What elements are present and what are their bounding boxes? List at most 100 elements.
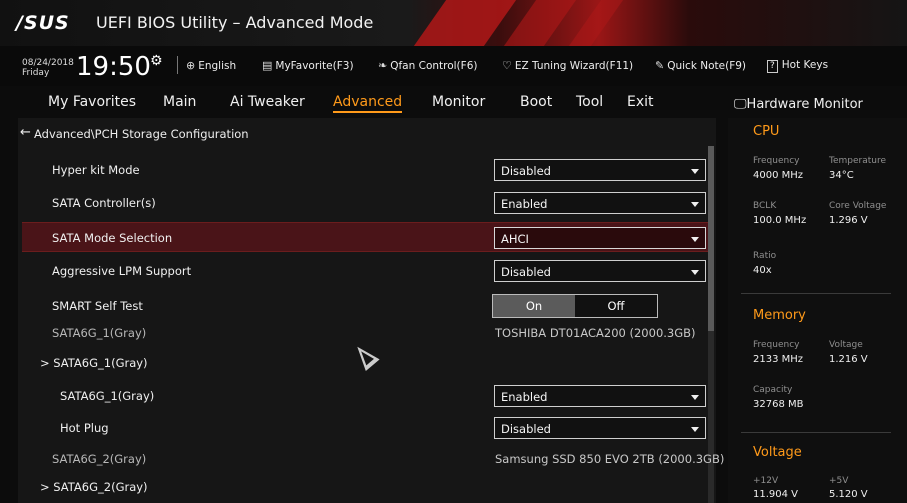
- app-title: UEFI BIOS Utility – Advanced Mode: [96, 13, 374, 32]
- cpu-temperature-label: Temperature: [829, 156, 887, 166]
- dropdown-value: Disabled: [501, 422, 551, 436]
- tab-ai-tweaker[interactable]: Ai Tweaker: [230, 94, 305, 110]
- chevron-down-icon: [691, 169, 699, 174]
- tab-boot[interactable]: Boot: [520, 94, 552, 110]
- chevron-down-icon: [691, 427, 699, 432]
- tab-my-favorites[interactable]: My Favorites: [48, 94, 136, 110]
- tab-main[interactable]: Main: [163, 94, 196, 110]
- hot-plug-dropdown[interactable]: Disabled: [494, 417, 706, 439]
- ratio-value: 40x: [753, 265, 772, 276]
- clock: 19:50: [76, 52, 151, 82]
- chevron-down-icon: [691, 270, 699, 275]
- language-label: English: [198, 60, 237, 72]
- hot-keys-button[interactable]: ? Hot Keys: [767, 59, 828, 73]
- dropdown-value: Disabled: [501, 265, 551, 279]
- chevron-down-icon: [691, 202, 699, 207]
- capacity-value: 32768 MB: [753, 399, 804, 410]
- quick-note-label: Quick Note(F9): [667, 60, 747, 72]
- v12-label: +12V: [753, 476, 779, 486]
- setting-row-alpm[interactable]: Aggressive LPM Support Disabled: [22, 256, 708, 286]
- dropdown-value: Enabled: [501, 390, 548, 404]
- tab-advanced[interactable]: Advanced: [333, 94, 403, 113]
- decor-stripe: [503, 0, 577, 46]
- ez-tuning-label: EZ Tuning Wizard(F11): [514, 60, 634, 72]
- divider: [177, 56, 178, 74]
- favorite-icon: ▤: [262, 59, 273, 72]
- submenu-sata2[interactable]: > SATA6G_2(Gray): [22, 472, 708, 502]
- dropdown-value: Enabled: [501, 197, 548, 211]
- dropdown-value: AHCI: [501, 232, 529, 246]
- divider: [741, 293, 891, 294]
- dropdown-value: Disabled: [501, 164, 551, 178]
- setting-label: SATA Mode Selection: [52, 231, 173, 245]
- toggle-on[interactable]: On: [493, 295, 575, 317]
- chevron-right-icon: >: [40, 480, 50, 494]
- cpu-frequency-value: 4000 MHz: [753, 170, 804, 181]
- scrollbar-thumb[interactable]: [708, 146, 714, 331]
- sata-controller-dropdown[interactable]: Enabled: [494, 192, 706, 214]
- quick-note-button[interactable]: ✎ Quick Note(F9): [655, 59, 746, 72]
- qfan-control-button[interactable]: ❧ Qfan Control(F6): [378, 59, 477, 72]
- drive-info: Samsung SSD 850 EVO 2TB (2000.3GB): [495, 452, 725, 466]
- submenu-text: SATA6G_2(Gray): [53, 480, 148, 494]
- chevron-down-icon: [691, 395, 699, 400]
- setting-row-sata1-enable[interactable]: SATA6G_1(Gray) Enabled: [22, 381, 708, 411]
- toggle-off[interactable]: Off: [575, 295, 657, 317]
- setting-label: SATA Controller(s): [52, 196, 156, 210]
- monitor-icon: 🖵: [734, 97, 747, 112]
- smart-toggle[interactable]: On Off: [492, 294, 658, 318]
- qfan-label: Qfan Control(F6): [390, 60, 478, 72]
- sata1-enable-dropdown[interactable]: Enabled: [494, 385, 706, 407]
- chevron-down-icon: [691, 237, 699, 242]
- hyper-kit-dropdown[interactable]: Disabled: [494, 159, 706, 181]
- myfavorite-button[interactable]: ▤ MyFavorite(F3): [262, 59, 354, 72]
- submenu-label: > SATA6G_2(Gray): [40, 480, 148, 494]
- tab-tool[interactable]: Tool: [576, 94, 603, 110]
- voltage-heading: Voltage: [753, 445, 802, 460]
- tab-monitor[interactable]: Monitor: [432, 94, 485, 110]
- bclk-value: 100.0 MHz: [753, 215, 807, 226]
- capacity-label: Capacity: [753, 385, 793, 395]
- v5-label: +5V: [829, 476, 849, 486]
- setting-row-sata-mode[interactable]: SATA Mode Selection AHCI: [22, 222, 708, 252]
- setting-row-sata-controller[interactable]: SATA Controller(s) Enabled: [22, 188, 708, 218]
- sata-mode-dropdown[interactable]: AHCI: [494, 227, 706, 249]
- back-arrow-icon[interactable]: ←: [20, 125, 31, 140]
- gear-icon[interactable]: ⚙: [150, 53, 163, 69]
- memory-frequency-label: Frequency: [753, 340, 800, 350]
- cpu-temperature-value: 34°C: [829, 170, 854, 181]
- breadcrumb: Advanced\PCH Storage Configuration: [34, 127, 249, 141]
- ratio-label: Ratio: [753, 251, 777, 261]
- cpu-heading: CPU: [753, 124, 780, 139]
- setting-label: SMART Self Test: [52, 299, 143, 313]
- tab-exit[interactable]: Exit: [627, 94, 654, 110]
- cpu-frequency-label: Frequency: [753, 156, 800, 166]
- setting-label: Hot Plug: [60, 421, 109, 435]
- decor-stripe: [568, 0, 624, 46]
- alpm-dropdown[interactable]: Disabled: [494, 260, 706, 282]
- hardware-monitor-title: 🖵Hardware Monitor: [734, 97, 863, 112]
- memory-frequency-value: 2133 MHz: [753, 354, 804, 365]
- divider: [741, 432, 891, 433]
- setting-label: SATA6G_1(Gray): [52, 326, 147, 340]
- setting-label: Aggressive LPM Support: [52, 264, 192, 278]
- asus-logo: /SUS: [16, 12, 70, 34]
- memory-heading: Memory: [753, 308, 806, 323]
- hardware-monitor-label: Hardware Monitor: [746, 97, 863, 112]
- core-voltage-label: Core Voltage: [829, 201, 887, 211]
- ez-tuning-button[interactable]: ♡ EZ Tuning Wizard(F11): [502, 59, 633, 72]
- submenu-label: > SATA6G_1(Gray): [40, 356, 148, 370]
- submenu-text: SATA6G_1(Gray): [53, 356, 148, 370]
- setting-row-hot-plug[interactable]: Hot Plug Disabled: [22, 413, 708, 443]
- date-display: 08/24/2018 Friday: [22, 58, 74, 78]
- date-text: 08/24/2018: [22, 58, 74, 68]
- question-icon: ?: [767, 60, 778, 73]
- note-icon: ✎: [655, 59, 665, 72]
- bulb-icon: ♡: [502, 59, 512, 72]
- setting-row-hyper-kit[interactable]: Hyper kit Mode Disabled: [22, 155, 708, 185]
- language-button[interactable]: ⊕ English: [186, 59, 236, 72]
- bclk-label: BCLK: [753, 201, 777, 211]
- setting-label: SATA6G_1(Gray): [60, 389, 155, 403]
- chevron-right-icon: >: [40, 356, 50, 370]
- decor-stripe: [413, 0, 517, 46]
